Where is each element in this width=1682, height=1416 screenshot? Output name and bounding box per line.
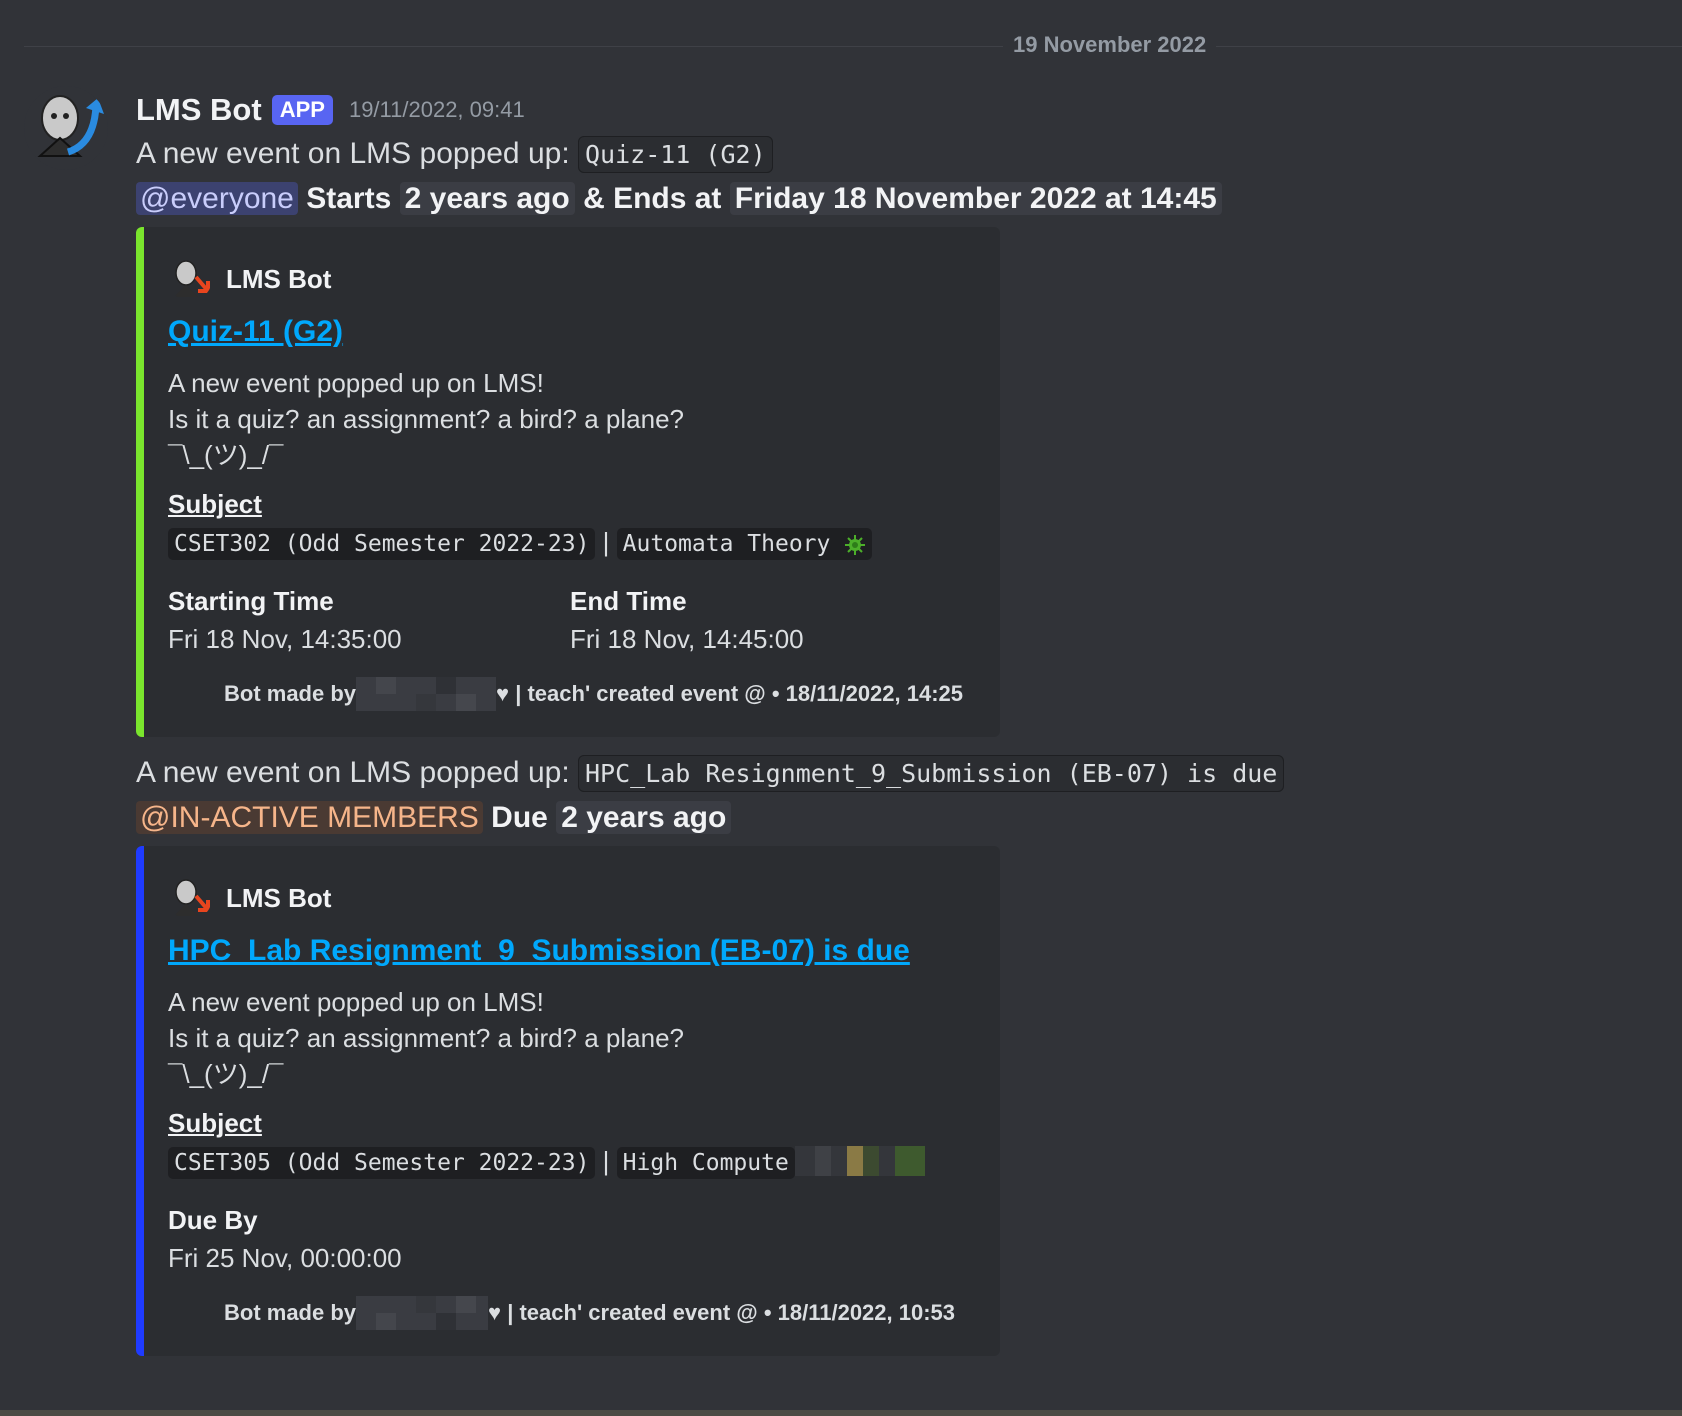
start-field: Starting Time Fri 18 Nov, 14:35:00 [168, 570, 570, 659]
starts-label: Starts [306, 182, 392, 215]
post1-line1: A new event on LMS popped up: Quiz-11 (G… [136, 132, 1656, 177]
post1-line2: @everyone Starts 2 years ago & Ends at F… [136, 177, 1656, 221]
redacted-name [356, 677, 497, 711]
due-by-label: Due By [168, 1205, 258, 1235]
footer-suffix: ♥ | teach' created event @ • 18/11/2022,… [496, 681, 964, 706]
embed-author-name[interactable]: LMS Bot [226, 883, 331, 914]
start-time-value: Fri 18 Nov, 14:35:00 [168, 624, 402, 654]
footer-suffix: ♥ | teach' created event @ • 18/11/2022,… [488, 1300, 956, 1325]
subject-name: Automata Theory [616, 528, 873, 560]
post1-code: Quiz-11 (G2) [578, 136, 773, 173]
post2-line2: @IN-ACTIVE MEMBERS Due 2 years ago [136, 796, 1656, 840]
subject-name: High Compute [616, 1147, 795, 1179]
app-badge: APP [271, 95, 333, 125]
subject-label: Subject [168, 489, 262, 519]
subject-code: CSET302 (Odd Semester 2022-23) [168, 528, 596, 560]
mention-everyone[interactable]: @everyone [136, 182, 298, 215]
subject-label: Subject [168, 1108, 262, 1138]
ends-label: & Ends at [583, 182, 722, 215]
bottom-edge [0, 1410, 1682, 1416]
post2-prefix: A new event on LMS popped up: [136, 756, 570, 789]
date-divider-line [24, 46, 1682, 47]
embed-footer: Bot made by ♥ | teach' created event @ •… [168, 1296, 972, 1330]
subject-separator: | [602, 1146, 610, 1176]
post2-code: HPC_Lab Resignment_9_Submission (EB-07) … [578, 755, 1285, 792]
embed-description: A new event popped up on LMS! Is it a qu… [168, 987, 685, 1089]
embed-quiz: LMS Bot Quiz-11 (G2) A new event popped … [136, 227, 1000, 737]
subject-separator: | [602, 527, 610, 557]
end-time-value: Fri 18 Nov, 14:45:00 [570, 624, 804, 654]
due-timestamp[interactable]: 2 years ago [556, 801, 732, 834]
bot-avatar[interactable] [24, 86, 108, 170]
embed-title-link[interactable]: HPC_Lab Resignment_9_Submission (EB-07) … [168, 934, 910, 968]
embed-accent-bar [136, 227, 144, 737]
date-divider-label: 19 November 2022 [1003, 32, 1217, 58]
end-field: End Time Fri 18 Nov, 14:45:00 [570, 570, 972, 659]
redacted-subject [794, 1146, 925, 1177]
footer-prefix: Bot made by [224, 681, 357, 706]
due-label: Due [491, 801, 548, 834]
embed-author: LMS Bot [168, 257, 972, 301]
embed-footer: Bot made by ♥ | teach' created event @ •… [168, 677, 972, 711]
embed-author-name[interactable]: LMS Bot [226, 264, 331, 295]
footer-prefix: Bot made by [224, 1300, 357, 1325]
start-time-label: Starting Time [168, 586, 334, 616]
embed-title-link[interactable]: Quiz-11 (G2) [168, 315, 343, 349]
starts-timestamp[interactable]: 2 years ago [399, 182, 575, 215]
post2-line1: A new event on LMS popped up: HPC_Lab Re… [136, 751, 1656, 796]
username[interactable]: LMS Bot [136, 92, 262, 128]
author-icon [174, 260, 210, 297]
subject-value: CSET302 (Odd Semester 2022-23) | Automat… [168, 522, 972, 564]
subject-value: CSET305 (Odd Semester 2022-23) | High Co… [168, 1141, 972, 1183]
ends-timestamp[interactable]: Friday 18 November 2022 at 14:45 [729, 182, 1222, 215]
redacted-name [356, 1296, 489, 1330]
embed-author: LMS Bot [168, 876, 972, 920]
message-timestamp[interactable]: 19/11/2022, 09:41 [349, 97, 525, 123]
subject-code: CSET305 (Odd Semester 2022-23) [168, 1147, 596, 1179]
time-fields: Starting Time Fri 18 Nov, 14:35:00 End T… [168, 570, 972, 659]
mention-inactive-members[interactable]: @IN-ACTIVE MEMBERS [136, 801, 483, 834]
microbe-icon [845, 534, 866, 555]
message-content: LMS Bot APP 19/11/2022, 09:41 A new even… [136, 90, 1656, 1356]
author-icon [174, 879, 210, 916]
embed-description: A new event popped up on LMS! Is it a qu… [168, 368, 685, 470]
message-header: LMS Bot APP 19/11/2022, 09:41 [136, 90, 1656, 130]
end-time-label: End Time [570, 586, 687, 616]
embed-assignment: LMS Bot HPC_Lab Resignment_9_Submission … [136, 846, 1000, 1356]
post1-prefix: A new event on LMS popped up: [136, 137, 570, 170]
due-by-value: Fri 25 Nov, 00:00:00 [168, 1243, 402, 1273]
embed-accent-bar [136, 846, 144, 1356]
